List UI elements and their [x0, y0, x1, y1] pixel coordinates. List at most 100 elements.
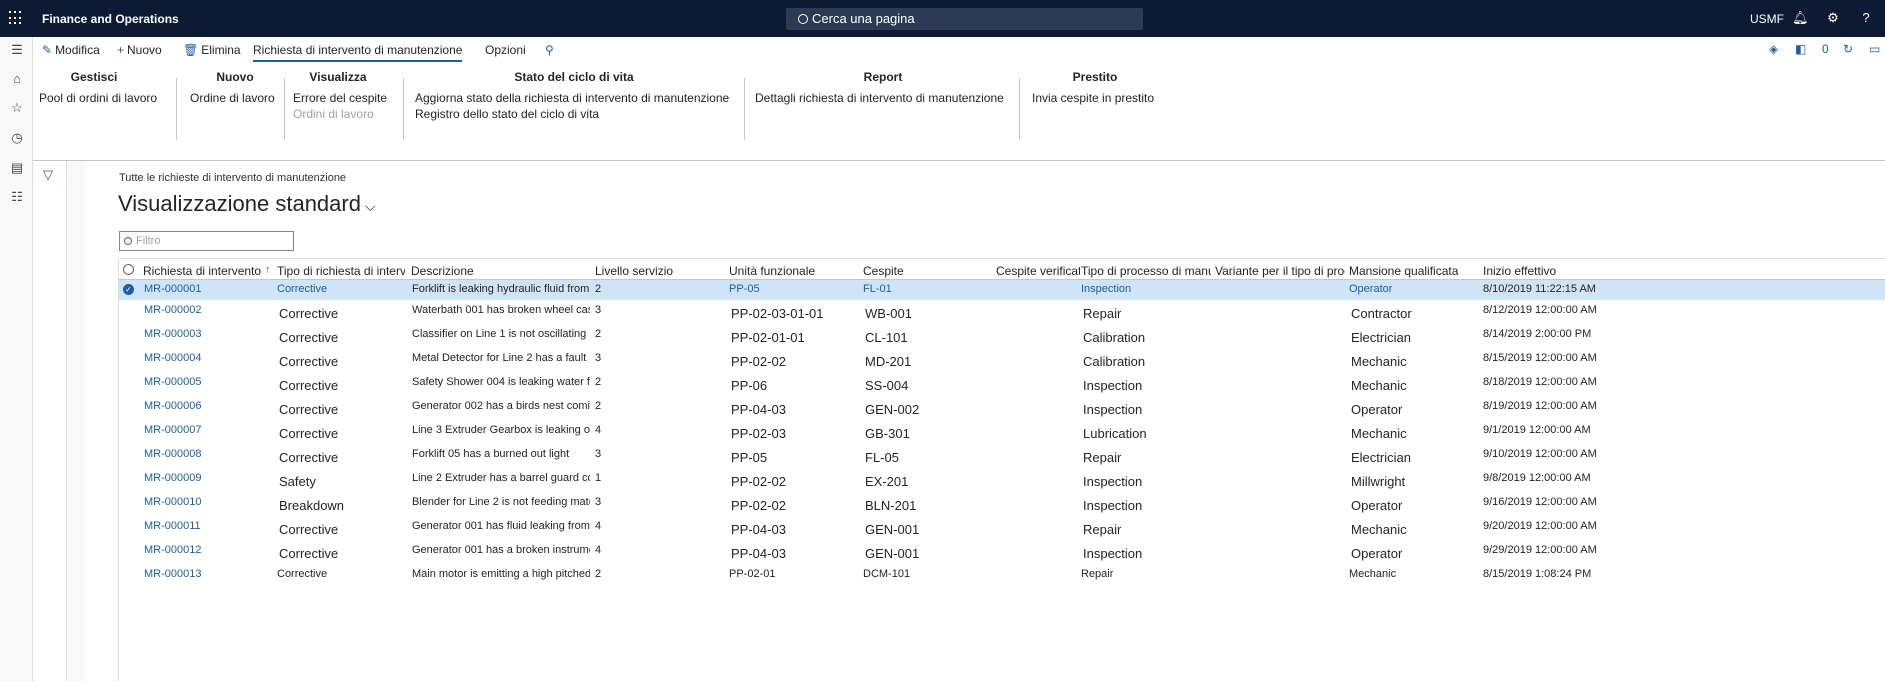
app-launcher-icon[interactable] — [9, 11, 23, 25]
request-id-link[interactable]: MR-000005 — [144, 376, 201, 388]
action-search-icon[interactable]: ⚲ — [545, 43, 557, 57]
column-header[interactable]: Livello servizio — [595, 264, 725, 278]
table-row[interactable]: MR-000011 Corrective Generator 001 has flu… — [118, 516, 1885, 540]
actual-start-cell: 8/14/2019 2:00:00 PM — [1483, 328, 1592, 340]
funnel-icon[interactable]: ▽ — [43, 167, 53, 183]
table-row[interactable]: MR-000005 Corrective Safety Shower 004 is … — [118, 372, 1885, 396]
column-header[interactable]: Descrizione — [411, 264, 591, 278]
asset-cell: MD-201 — [865, 354, 912, 369]
diamond-icon[interactable]: ◈ — [1769, 42, 1778, 56]
search-placeholder: Cerca una pagina — [812, 11, 915, 26]
home-icon[interactable]: ⌂ — [8, 70, 26, 88]
company-picker[interactable]: USMF — [1750, 12, 1784, 26]
ribbon-group-title: Gestisci — [70, 70, 118, 84]
column-header[interactable]: Cespite — [863, 264, 993, 278]
row-selected-check-icon[interactable]: ✓ — [123, 284, 134, 295]
page-search-input[interactable]: Cerca una pagina — [786, 8, 1143, 30]
bell-icon[interactable]: 🔔︎ — [1792, 10, 1809, 26]
functional-location-cell: PP-05 — [729, 283, 760, 295]
column-header[interactable]: Tipo di richiesta di interve... — [277, 264, 405, 278]
select-all-radio[interactable] — [123, 264, 134, 275]
column-header[interactable]: Cespite verificato — [996, 264, 1080, 278]
ribbon-group-title: Nuovo — [216, 70, 254, 84]
asset-fault-button[interactable]: Errore del cespite — [293, 90, 387, 106]
request-id-link[interactable]: MR-000012 — [144, 544, 201, 556]
gear-icon[interactable]: ⚙ — [1825, 10, 1841, 26]
page-title: Visualizzazione standard — [118, 191, 361, 216]
request-id-link[interactable]: MR-000004 — [144, 352, 201, 364]
description-cell: Line 2 Extruder has a barrel guard co... — [412, 472, 590, 484]
left-nav: ☰ ⌂ ☆ ◷ ▤ ☷ — [0, 37, 33, 681]
request-type-cell: Corrective — [279, 306, 339, 321]
request-id-link[interactable]: MR-000013 — [144, 568, 201, 580]
table-row[interactable]: MR-000013 Corrective Main motor is emittin… — [118, 564, 1885, 588]
column-header[interactable]: Inizio effettivo — [1483, 264, 1613, 278]
asset-cell: FL-05 — [865, 450, 899, 465]
edit-button[interactable]: ✎ Modifica — [42, 43, 100, 57]
actual-start-cell: 8/18/2019 12:00:00 AM — [1483, 376, 1597, 388]
request-id-link[interactable]: MR-000010 — [144, 496, 201, 508]
work-order-pool-button[interactable]: Pool di ordini di lavoro — [39, 90, 157, 106]
column-header[interactable]: Tipo di processo di manut... — [1081, 264, 1211, 278]
request-id-link[interactable]: MR-000002 — [144, 304, 201, 316]
view-selector[interactable]: Visualizzazione standard ⌵ — [118, 191, 376, 217]
update-request-state-button[interactable]: Aggiorna stato della richiesta di interv… — [415, 90, 733, 106]
trade-cell: Mechanic — [1351, 522, 1407, 537]
request-type-cell: Corrective — [279, 402, 339, 417]
request-id-link[interactable]: MR-000007 — [144, 424, 201, 436]
popout-icon[interactable]: ▭ — [1869, 42, 1880, 56]
office-icon[interactable]: ◧ — [1795, 42, 1806, 56]
request-type-cell: Corrective — [277, 568, 328, 580]
sort-ascending-icon[interactable]: ↑ — [265, 264, 271, 276]
column-header[interactable]: Unità funzionale — [729, 264, 859, 278]
request-id-link[interactable]: MR-000006 — [144, 400, 201, 412]
help-icon[interactable]: ? — [1858, 10, 1874, 26]
request-details-report-button[interactable]: Dettagli richiesta di intervento di manu… — [755, 90, 1011, 106]
table-row[interactable]: MR-000010 Breakdown Blender for Line 2 is … — [118, 492, 1885, 516]
request-type-cell: Safety — [279, 474, 316, 489]
hamburger-icon[interactable]: ☰ — [8, 41, 26, 59]
tab-options[interactable]: Opzioni — [485, 43, 526, 57]
job-type-cell: Lubrication — [1083, 426, 1147, 441]
functional-location-cell: PP-06 — [731, 378, 768, 393]
table-row[interactable]: MR-000012 Corrective Generator 001 has a b… — [118, 540, 1885, 564]
tab-maintenance-request[interactable]: Richiesta di intervento di manutenzione — [253, 43, 463, 62]
delete-button[interactable]: 🗑︎ Elimina — [183, 43, 241, 57]
clock-icon[interactable]: ◷ — [8, 129, 26, 147]
functional-location-cell: PP-04-03 — [731, 522, 786, 537]
job-type-cell: Repair — [1081, 568, 1114, 580]
table-row[interactable]: MR-000009 Safety Line 2 Extruder has a bar… — [118, 468, 1885, 492]
request-id-link[interactable]: MR-000011 — [144, 520, 201, 532]
column-header[interactable]: Variante per il tipo di proc... — [1215, 264, 1345, 278]
lifecycle-state-log-button[interactable]: Registro dello stato del ciclo di vita — [415, 106, 733, 122]
column-header[interactable]: Richiesta di intervento ... — [143, 264, 263, 278]
table-row[interactable]: MR-000002 Corrective Waterbath 001 has bro… — [118, 300, 1885, 324]
table-row[interactable]: MR-000007 Corrective Line 3 Extruder Gearb… — [118, 420, 1885, 444]
table-row[interactable]: MR-000008 Corrective Forklift 05 has a bur… — [118, 444, 1885, 468]
table-row[interactable]: ✓ MR-000001 Corrective Forklift is leaking … — [118, 280, 1885, 300]
new-work-order-button[interactable]: Ordine di lavoro — [190, 90, 280, 106]
modules-icon[interactable]: ☷ — [8, 188, 26, 206]
send-asset-loan-button[interactable]: Invia cespite in prestito — [1032, 90, 1158, 106]
table-row[interactable]: MR-000006 Corrective Generator 002 has a b… — [118, 396, 1885, 420]
refresh-icon[interactable]: ↻ — [1843, 42, 1853, 56]
attachments-icon[interactable]: 0 — [1822, 42, 1829, 56]
table-row[interactable]: MR-000004 Corrective Metal Detector for Li… — [118, 348, 1885, 372]
asset-cell: FL-01 — [863, 283, 892, 295]
request-id-link[interactable]: MR-000009 — [144, 472, 201, 484]
request-id-link[interactable]: MR-000001 — [144, 283, 201, 295]
app-title[interactable]: Finance and Operations — [42, 12, 179, 26]
star-icon[interactable]: ☆ — [8, 99, 26, 117]
request-id-link[interactable]: MR-000008 — [144, 448, 201, 460]
description-cell: Generator 001 has fluid leaking from ... — [412, 520, 590, 532]
ribbon-group-title: Stato del ciclo di vita — [514, 70, 634, 84]
new-label: Nuovo — [127, 43, 162, 57]
request-id-link[interactable]: MR-000003 — [144, 328, 201, 340]
request-type-cell: Corrective — [279, 330, 339, 345]
new-button[interactable]: + Nuovo — [117, 43, 162, 57]
filter-input[interactable]: Filtro — [119, 231, 294, 251]
table-row[interactable]: MR-000003 Corrective Classifier on Line 1 … — [118, 324, 1885, 348]
workspace-icon[interactable]: ▤ — [8, 159, 26, 177]
plus-icon: + — [117, 43, 125, 57]
column-header[interactable]: Mansione qualificata — [1349, 264, 1479, 278]
